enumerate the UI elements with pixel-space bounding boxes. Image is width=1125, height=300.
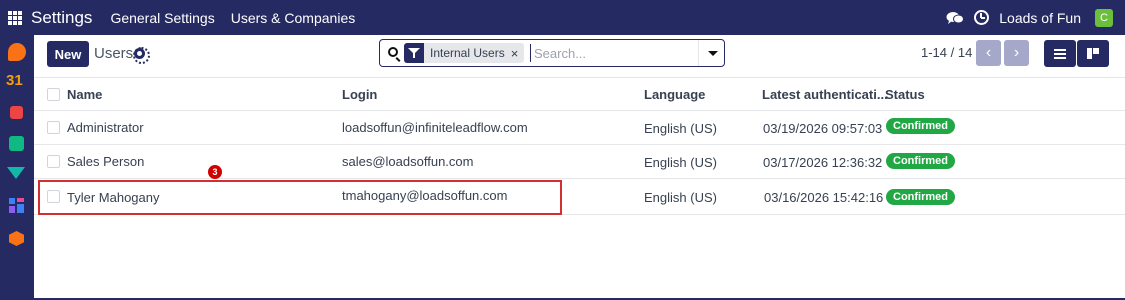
chat-icon[interactable] [946,11,965,25]
kanban-view-icon[interactable] [1077,40,1109,67]
todo-icon[interactable] [10,106,23,119]
user-latest-auth: 03/17/2026 12:36:32 [763,155,883,170]
gear-icon[interactable] [133,47,150,64]
user-login: loadsoffun@infiniteleadflow.com [342,120,528,135]
avatar[interactable]: C [1095,8,1113,27]
column-header-status[interactable]: Status [885,87,925,102]
chevron-down-icon[interactable] [708,51,718,56]
highlight-box [38,180,562,215]
column-header-login[interactable]: Login [342,87,377,102]
pager-next-button[interactable]: › [1004,40,1029,66]
facet-close-icon[interactable]: × [511,46,525,61]
status-badge: Confirmed [886,118,955,134]
status-badge: Confirmed [886,189,955,205]
search-icon[interactable] [388,47,398,57]
nav-users-companies[interactable]: Users & Companies [231,10,356,26]
contacts-icon[interactable] [9,136,24,151]
row-checkbox[interactable] [47,121,60,134]
filter-icon [404,43,424,63]
column-header-latest-authentication[interactable]: Latest authenticati... [762,87,888,102]
dashboard-icon[interactable] [9,198,24,213]
user-latest-auth: 03/19/2026 09:57:03 [763,121,883,136]
row-checkbox[interactable] [47,155,60,168]
page-title[interactable]: Users [94,45,133,62]
app-title[interactable]: Settings [31,8,92,28]
table-header: Name Login Language Latest authenticati.… [34,78,1125,111]
company-switcher[interactable]: Loads of Fun [999,10,1081,26]
crm-icon[interactable] [7,167,25,179]
filter-facet: Internal Users × [404,43,525,63]
calendar-icon[interactable]: 31 [6,72,23,89]
pager-previous-button[interactable]: ‹ [976,40,1001,66]
user-name: Sales Person [67,154,145,169]
search-box: Internal Users × [379,39,725,67]
table-row[interactable]: Sales Person sales@loadsoffun.com Englis… [34,145,1125,179]
clock-icon[interactable] [974,10,990,25]
user-latest-auth: 03/16/2026 15:42:16 [764,190,884,205]
search-input[interactable] [530,44,690,62]
table-row[interactable]: Administrator loadsoffun@infiniteleadflo… [34,111,1125,145]
facet-label: Internal Users [430,46,505,60]
user-language: English (US) [644,155,717,170]
user-login: sales@loadsoffun.com [342,154,474,169]
user-language: English (US) [644,190,717,205]
column-header-language[interactable]: Language [644,87,705,102]
list-view-icon[interactable] [1044,40,1076,67]
new-button[interactable]: New [47,41,89,67]
top-navbar: Settings General Settings Users & Compan… [0,0,1125,35]
nav-general-settings[interactable]: General Settings [110,10,214,26]
column-header-name[interactable]: Name [67,87,102,102]
search-divider [698,40,699,66]
pager-value[interactable]: 1-14 / 14 [921,45,972,60]
user-name: Administrator [67,120,144,135]
step-marker: 3 [208,165,222,179]
select-all-checkbox[interactable] [47,88,60,101]
apps-icon[interactable] [9,231,24,246]
user-language: English (US) [644,121,717,136]
status-badge: Confirmed [886,153,955,169]
apps-grid-icon[interactable] [8,10,22,25]
app-sidebar: 31 [0,35,34,300]
control-panel: New Users Internal Users × 1-14 / 14 ‹ › [34,35,1125,78]
discuss-icon[interactable] [8,43,26,61]
